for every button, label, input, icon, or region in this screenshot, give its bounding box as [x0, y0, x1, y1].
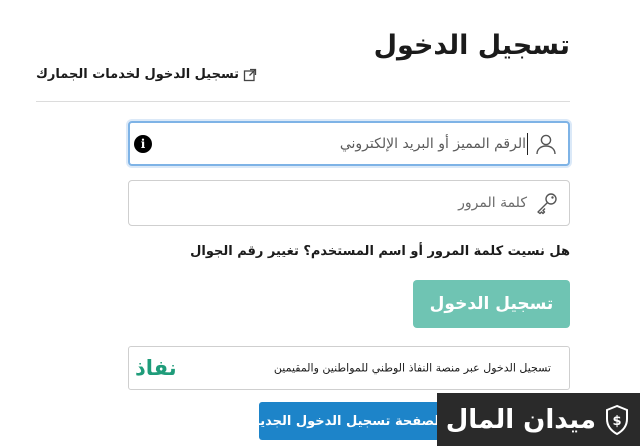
page-title: تسجيل الدخول: [373, 30, 570, 61]
text-caret: [527, 132, 528, 155]
user-icon: [536, 134, 556, 154]
info-icon[interactable]: i: [134, 134, 152, 153]
shield-dollar-icon: $: [606, 404, 628, 435]
svg-text:$: $: [612, 414, 621, 429]
nafath-description: تسجيل الدخول عبر منصة النفاذ الوطني للمو…: [273, 361, 551, 375]
customs-link-label: تسجيل الدخول لخدمات الجمارك: [36, 67, 240, 82]
key-icon: [537, 193, 557, 215]
password-placeholder: كلمة المرور: [458, 195, 527, 211]
customs-login-link[interactable]: تسجيل الدخول لخدمات الجمارك: [36, 67, 257, 82]
nafath-login-option[interactable]: تسجيل الدخول عبر منصة النفاذ الوطني للمو…: [128, 346, 570, 390]
forgot-password-link[interactable]: هل نسيت كلمة المرور أو اسم المستخدم؟ تغي…: [190, 244, 570, 259]
login-button[interactable]: تسجيل الدخول: [413, 280, 570, 328]
watermark-text: ميدان المال: [445, 404, 596, 435]
external-link-icon: [243, 68, 257, 81]
nafath-logo: نفاذ: [135, 356, 177, 380]
username-field[interactable]: الرقم المميز أو البريد الإلكتروني i: [128, 121, 570, 166]
username-placeholder: الرقم المميز أو البريد الإلكتروني: [339, 135, 526, 152]
watermark: ميدان المال $: [437, 393, 640, 446]
divider: [36, 101, 570, 102]
password-field[interactable]: كلمة المرور: [128, 180, 570, 226]
